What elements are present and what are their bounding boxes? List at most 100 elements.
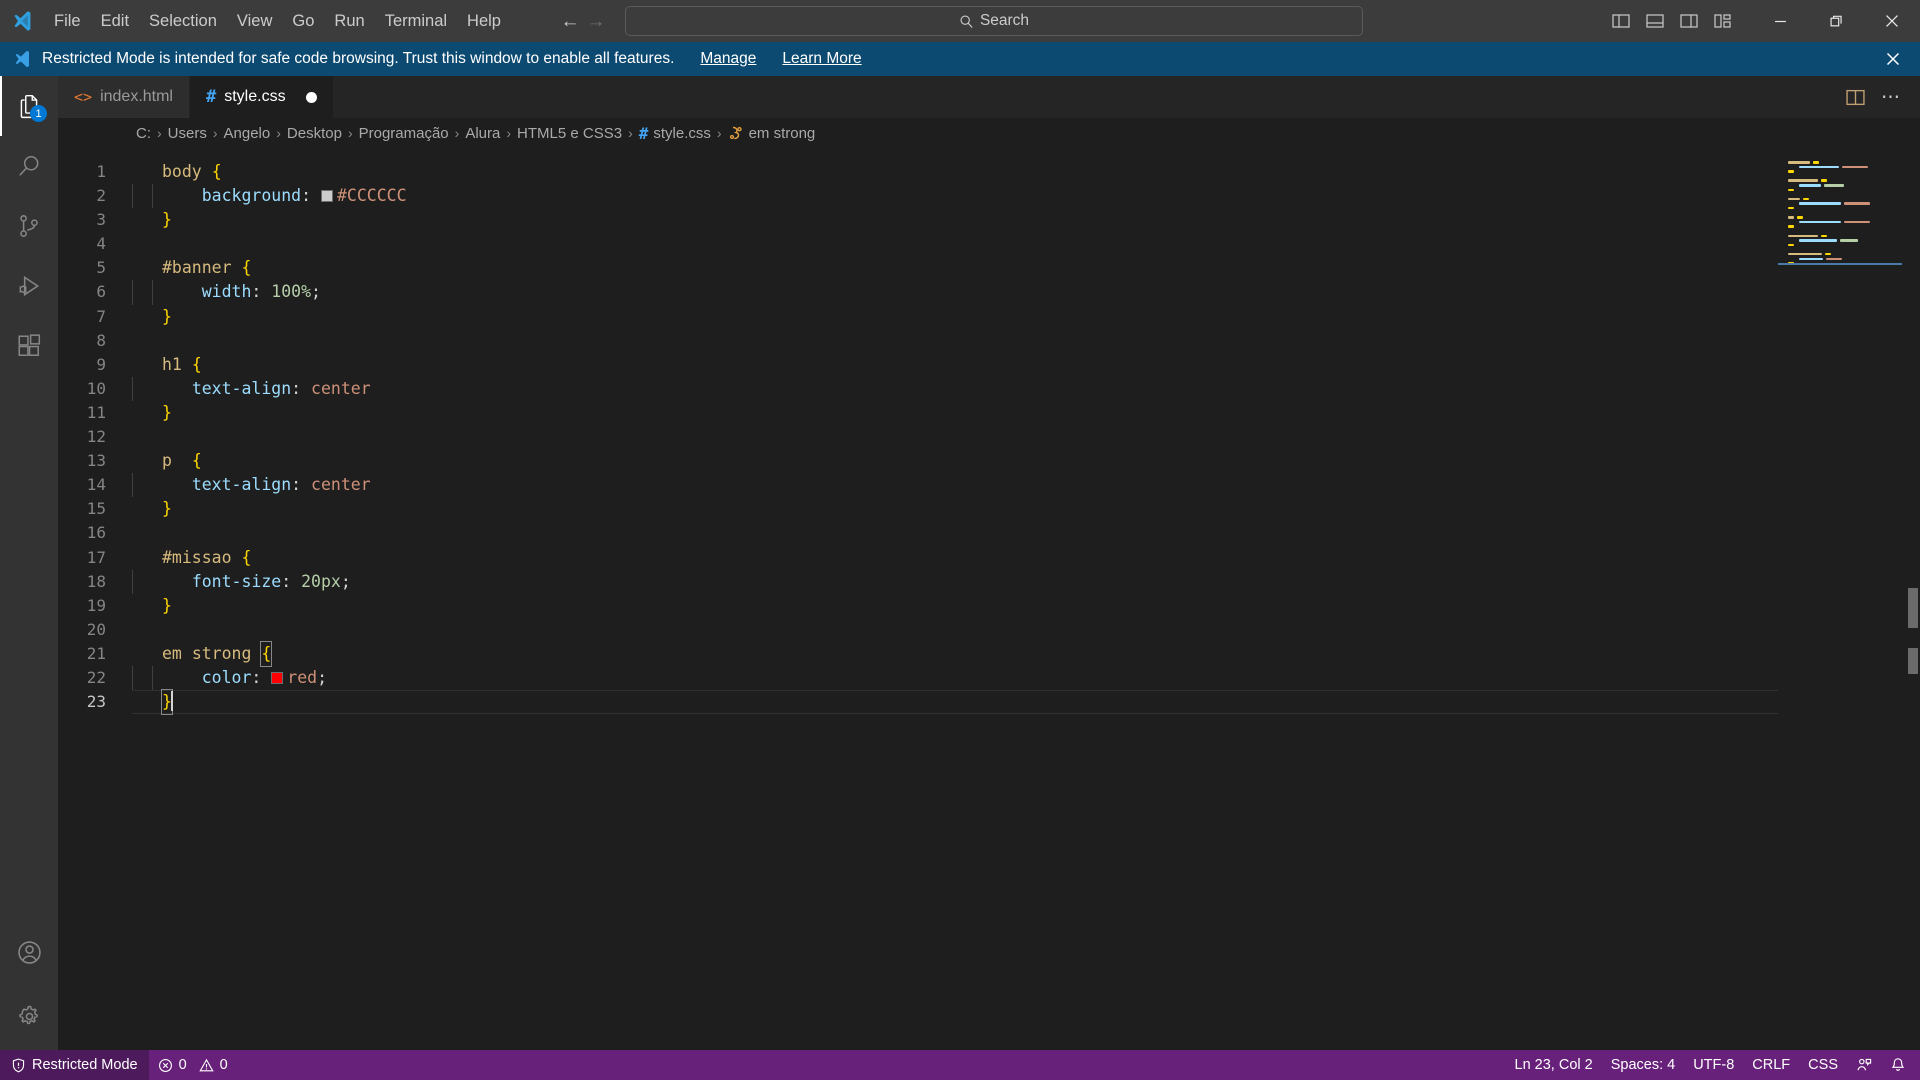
code-line[interactable]: 21 em strong { bbox=[58, 640, 1778, 667]
code-line-text[interactable]: } bbox=[132, 208, 172, 232]
layout-panel-icon[interactable] bbox=[1640, 6, 1670, 36]
arrow-right-icon[interactable]: → bbox=[583, 8, 609, 34]
manage-settings-button[interactable] bbox=[0, 982, 58, 1050]
code-line[interactable]: 5 #banner { bbox=[58, 256, 1778, 280]
code-line[interactable]: 19} bbox=[58, 594, 1778, 618]
code-line-text[interactable]: background: #CCCCCC bbox=[132, 184, 407, 209]
code-line[interactable]: 20 bbox=[58, 618, 1778, 642]
code-line-text[interactable]: font-size: 20px; bbox=[132, 569, 351, 594]
menu-view[interactable]: View bbox=[227, 0, 282, 42]
search-input[interactable]: Search bbox=[625, 6, 1363, 36]
code-line-text[interactable]: color: red; bbox=[132, 665, 327, 691]
banner-manage-link[interactable]: Manage bbox=[700, 50, 756, 68]
sidebar-item-run-debug[interactable] bbox=[0, 256, 58, 316]
status-indentation[interactable]: Spaces: 4 bbox=[1602, 1057, 1685, 1073]
split-editor-icon[interactable] bbox=[1840, 82, 1870, 112]
menu-terminal[interactable]: Terminal bbox=[375, 0, 457, 42]
ellipsis-icon[interactable]: ⋯ bbox=[1876, 82, 1906, 112]
breadcrumb-item-alura[interactable]: Alura bbox=[465, 125, 500, 142]
tab-style-css[interactable]: # style.css bbox=[189, 76, 334, 118]
code-line[interactable]: 15} bbox=[58, 497, 1778, 521]
code-line[interactable]: 2 background: #CCCCCC bbox=[58, 184, 1778, 209]
banner-learn-more-link[interactable]: Learn More bbox=[782, 50, 861, 68]
code-line[interactable]: 7} bbox=[58, 305, 1778, 329]
menu-go[interactable]: Go bbox=[282, 0, 324, 42]
status-cursor-position[interactable]: Ln 23, Col 2 bbox=[1506, 1057, 1602, 1073]
minimize-button[interactable] bbox=[1752, 0, 1808, 42]
code-editor[interactable]: 1 body {2 background: #CCCCCC 3} 4 5 #banner … bbox=[58, 148, 1920, 1050]
code-line[interactable]: 14 text-align: center bbox=[58, 473, 1778, 498]
status-notifications[interactable] bbox=[1881, 1057, 1920, 1073]
code-line[interactable]: 8 bbox=[58, 329, 1778, 353]
status-problems[interactable]: 0 0 bbox=[149, 1050, 237, 1080]
code-line-text[interactable]: text-align: center bbox=[132, 473, 371, 498]
code-content[interactable]: 1 body {2 background: #CCCCCC 3} 4 5 #banner … bbox=[58, 148, 1778, 716]
sidebar-item-extensions[interactable] bbox=[0, 316, 58, 376]
breadcrumb-item-angelo[interactable]: Angelo bbox=[224, 125, 271, 142]
menu-selection[interactable]: Selection bbox=[139, 0, 227, 42]
code-line-text[interactable]: h1 { bbox=[132, 353, 202, 377]
status-eol[interactable]: CRLF bbox=[1743, 1057, 1799, 1073]
code-line[interactable]: 18 font-size: 20px; bbox=[58, 569, 1778, 594]
layout-sidebar-left-icon[interactable] bbox=[1606, 6, 1636, 36]
tab-index-html[interactable]: <> index.html bbox=[58, 76, 190, 118]
sidebar-item-search[interactable] bbox=[0, 136, 58, 196]
code-line[interactable]: 6 width: 100%; bbox=[58, 280, 1778, 305]
code-line-text[interactable]: em strong { bbox=[132, 640, 273, 667]
code-line[interactable]: 23} bbox=[58, 689, 1778, 716]
code-line-text[interactable]: } bbox=[132, 305, 172, 329]
banner-close-icon[interactable] bbox=[1880, 46, 1906, 72]
code-line-text[interactable]: } bbox=[132, 594, 172, 618]
sidebar-item-explorer[interactable]: 1 bbox=[0, 76, 58, 136]
breadcrumb-item-users[interactable]: Users bbox=[168, 125, 207, 142]
code-line-text[interactable]: body { bbox=[132, 160, 222, 184]
code-line[interactable]: 22 color: red; bbox=[58, 665, 1778, 691]
code-line-text[interactable]: #banner { bbox=[132, 256, 251, 280]
menu-edit[interactable]: Edit bbox=[91, 0, 139, 42]
close-button[interactable] bbox=[1864, 0, 1920, 42]
maximize-restore-button[interactable] bbox=[1808, 0, 1864, 42]
editor-vertical-scrollbar[interactable] bbox=[1902, 148, 1920, 1050]
code-scroll-area[interactable]: 1 body {2 background: #CCCCCC 3} 4 5 #banner … bbox=[58, 148, 1778, 1050]
accounts-button[interactable] bbox=[0, 922, 58, 982]
code-line-text[interactable]: #missao { bbox=[132, 546, 251, 570]
code-line[interactable]: 10 text-align: center bbox=[58, 376, 1778, 401]
code-line[interactable]: 1 body { bbox=[58, 160, 1778, 184]
code-line-text[interactable]: p { bbox=[132, 449, 202, 473]
layout-sidebar-right-icon[interactable] bbox=[1674, 6, 1704, 36]
breadcrumb-item-desktop[interactable]: Desktop bbox=[287, 125, 342, 142]
code-line[interactable]: 9 h1 { bbox=[58, 353, 1778, 377]
code-line[interactable]: 11} bbox=[58, 401, 1778, 425]
code-line-text[interactable]: width: 100%; bbox=[132, 280, 321, 305]
breadcrumb-item-em-strong[interactable]: em strong bbox=[728, 125, 815, 142]
code-line-text[interactable]: } bbox=[132, 497, 172, 521]
breadcrumb-item-c[interactable]: C: bbox=[136, 125, 151, 142]
arrow-left-icon[interactable]: ← bbox=[557, 8, 583, 34]
tab-dirty-indicator[interactable] bbox=[305, 91, 317, 103]
status-language-mode[interactable]: CSS bbox=[1799, 1057, 1847, 1073]
breadcrumb-item-programacao[interactable]: Programação bbox=[359, 125, 449, 142]
color-swatch[interactable] bbox=[271, 671, 284, 684]
breadcrumb-item-style-css[interactable]: # style.css bbox=[639, 124, 711, 143]
code-line[interactable]: 12 bbox=[58, 425, 1778, 449]
code-line-text[interactable]: } bbox=[132, 689, 173, 716]
code-line[interactable]: 13 p { bbox=[58, 449, 1778, 473]
menu-run[interactable]: Run bbox=[324, 0, 374, 42]
breadcrumb-item-html5-e-css3[interactable]: HTML5 e CSS3 bbox=[517, 125, 622, 142]
status-encoding[interactable]: UTF-8 bbox=[1684, 1057, 1743, 1073]
layout-customize-icon[interactable] bbox=[1708, 6, 1738, 36]
code-line[interactable]: 16 bbox=[58, 521, 1778, 545]
code-line[interactable]: 3} bbox=[58, 208, 1778, 232]
status-feedback[interactable] bbox=[1847, 1057, 1881, 1073]
code-line[interactable]: 17 #missao { bbox=[58, 546, 1778, 570]
code-line[interactable]: 4 bbox=[58, 232, 1778, 256]
code-line-text[interactable]: } bbox=[132, 401, 172, 425]
code-line-text[interactable]: text-align: center bbox=[132, 376, 371, 401]
minimap-token bbox=[1788, 220, 1796, 224]
minimap[interactable] bbox=[1778, 148, 1902, 1050]
sidebar-item-source-control[interactable] bbox=[0, 196, 58, 256]
status-restricted-mode[interactable]: Restricted Mode bbox=[0, 1050, 149, 1080]
color-swatch[interactable] bbox=[320, 190, 333, 203]
menu-file[interactable]: File bbox=[44, 0, 91, 42]
menu-help[interactable]: Help bbox=[457, 0, 511, 42]
